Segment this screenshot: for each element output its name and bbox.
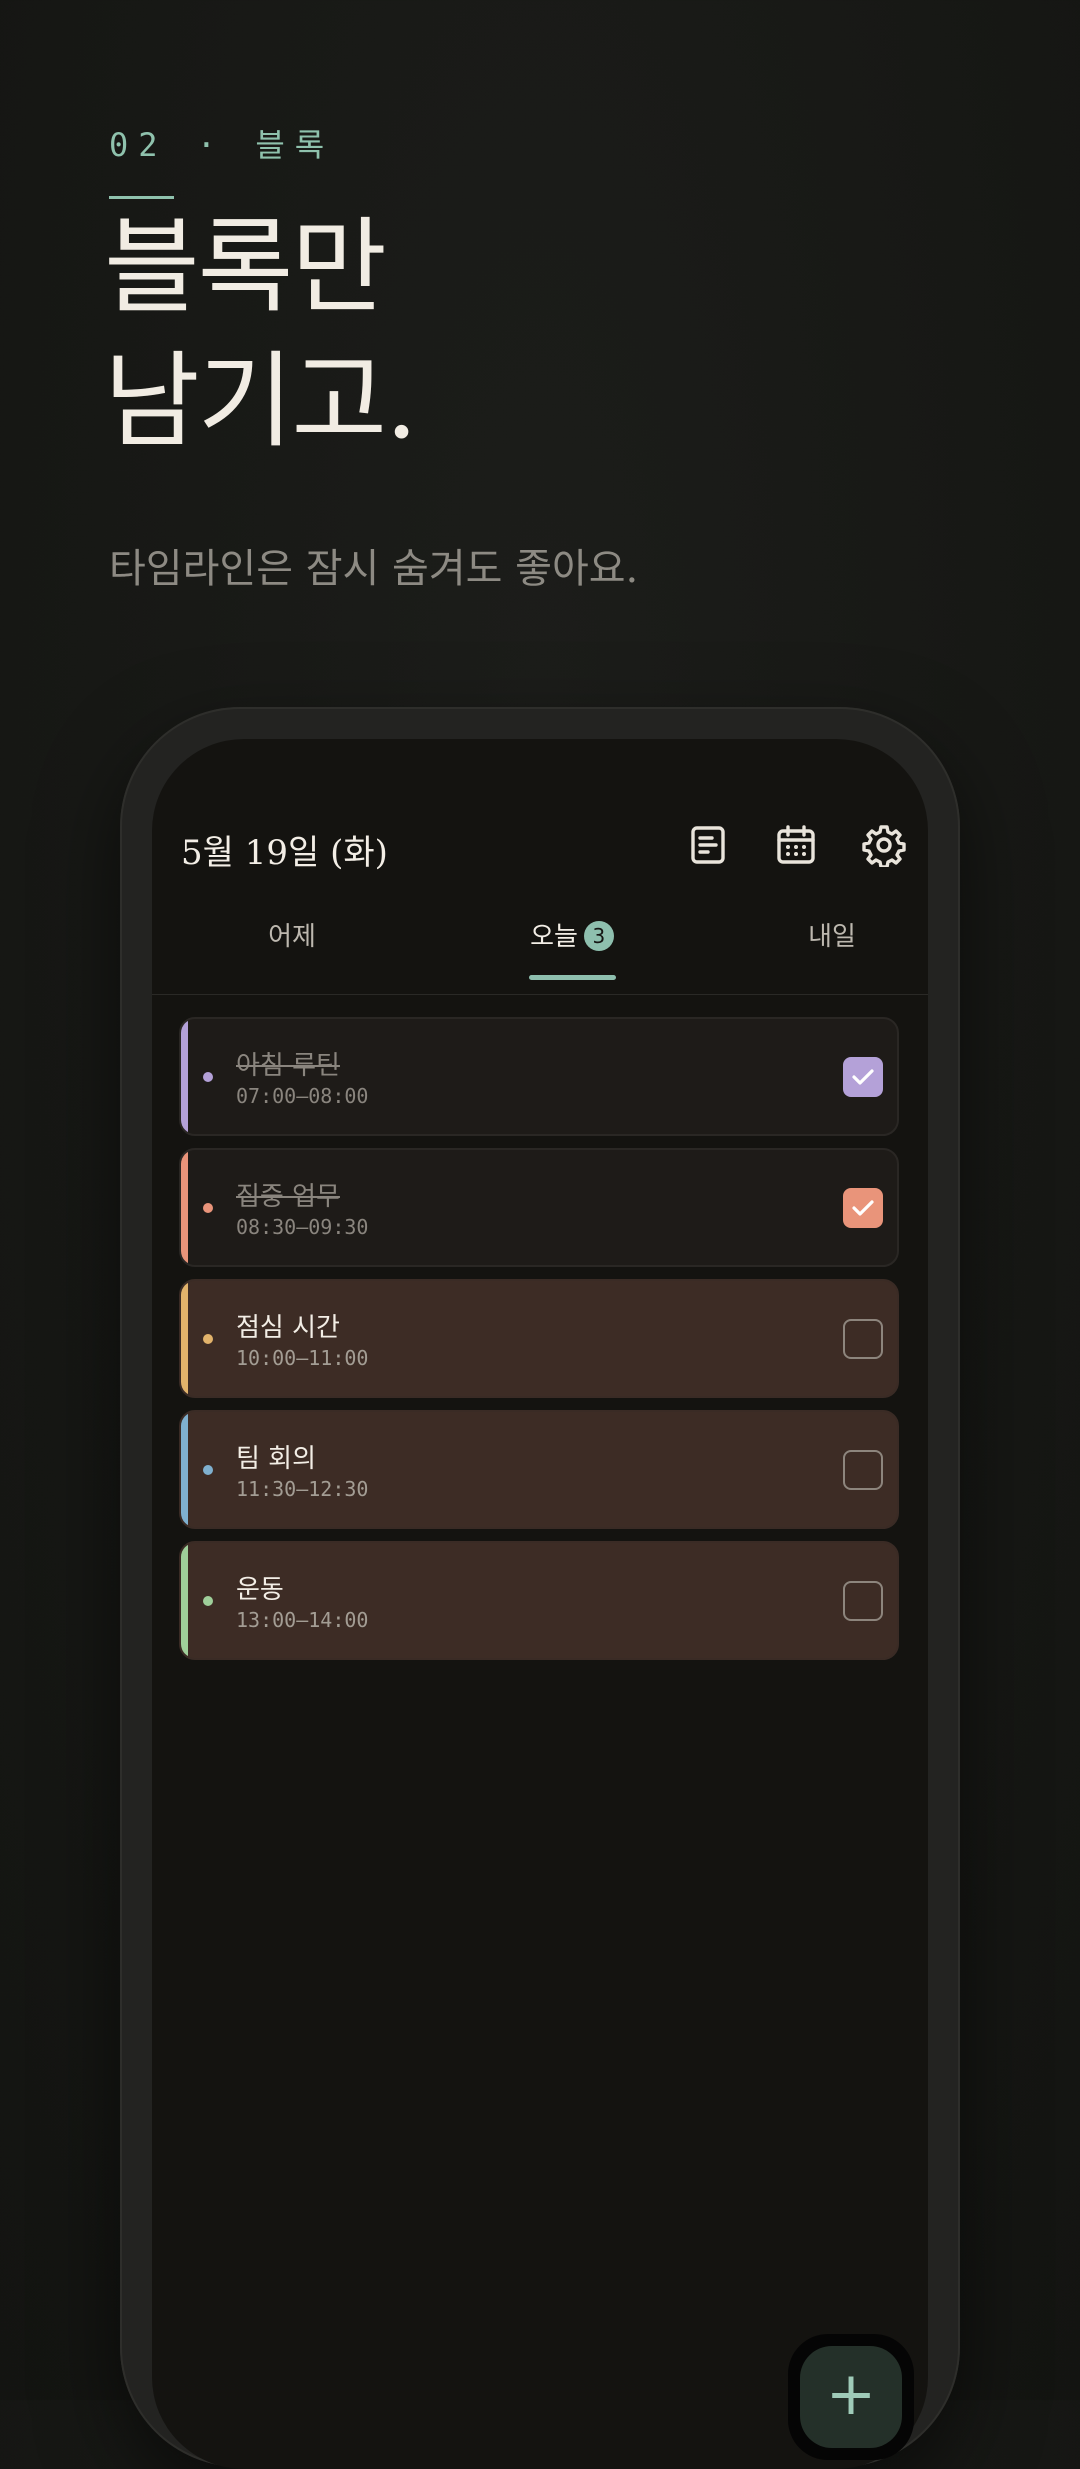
block-dot-icon: [203, 1596, 213, 1606]
block-dot-icon: [203, 1334, 213, 1344]
block-title: 아침 루틴: [236, 1051, 340, 1081]
eyebrow-rule: [109, 196, 174, 199]
tab-yesterday[interactable]: 어제: [212, 909, 372, 993]
block-checkbox[interactable]: [843, 1450, 883, 1490]
block-checkbox[interactable]: [843, 1188, 883, 1228]
gear-icon[interactable]: [862, 823, 906, 867]
tab-today[interactable]: 오늘 3: [492, 909, 652, 993]
day-tabs: 어제 오늘 3 내일: [152, 909, 928, 995]
block-card[interactable]: 집중 업무 08:30–09:30: [179, 1148, 899, 1267]
block-time: 08:30–09:30: [236, 1215, 369, 1239]
block-color-stripe: [181, 1281, 188, 1396]
subline: 타임라인은 잠시 숨겨도 좋아요.: [109, 546, 639, 592]
block-card[interactable]: 팀 회의 11:30–12:30: [179, 1410, 899, 1529]
count-badge: 3: [583, 921, 614, 951]
block-dot-icon: [203, 1072, 213, 1082]
phone-frame: 5월 19일 (화) 어제 오늘 3 내일 아침 루틴 07:00–08:00 집중 …: [120, 707, 960, 2469]
notes-icon[interactable]: [686, 823, 730, 867]
date-title: 5월 19일 (화): [181, 833, 388, 873]
active-tab-indicator: [529, 975, 616, 980]
phone-screen: 5월 19일 (화) 어제 오늘 3 내일 아침 루틴 07:00–08:00 집중 …: [152, 739, 928, 2469]
block-time: 10:00–11:00: [236, 1346, 369, 1370]
block-color-stripe: [181, 1019, 188, 1134]
block-dot-icon: [203, 1203, 213, 1213]
block-checkbox[interactable]: [843, 1057, 883, 1097]
block-time: 13:00–14:00: [236, 1608, 369, 1632]
tab-tomorrow[interactable]: 내일: [752, 909, 912, 993]
plus-icon: +: [800, 2346, 902, 2448]
block-card[interactable]: 아침 루틴 07:00–08:00: [179, 1017, 899, 1136]
block-time: 07:00–08:00: [236, 1084, 369, 1108]
block-color-stripe: [181, 1543, 188, 1658]
tab-label: 오늘: [530, 922, 578, 952]
block-title: 팀 회의: [236, 1444, 317, 1474]
block-checkbox[interactable]: [843, 1581, 883, 1621]
block-title: 집중 업무: [236, 1182, 340, 1212]
block-card[interactable]: 점심 시간 10:00–11:00: [179, 1279, 899, 1398]
block-color-stripe: [181, 1412, 188, 1527]
headline-line-1: 블록만: [104, 206, 387, 328]
block-title: 점심 시간: [236, 1313, 340, 1343]
check-icon: [852, 1069, 874, 1085]
eyebrow-label: 02 · 블록: [109, 126, 335, 164]
tab-label: 어제: [268, 922, 316, 952]
block-dot-icon: [203, 1465, 213, 1475]
headline-line-2: 남기고.: [104, 340, 418, 462]
app-top-bar: 5월 19일 (화): [152, 739, 928, 889]
check-icon: [852, 1200, 874, 1216]
tab-label: 내일: [808, 922, 856, 952]
block-time: 11:30–12:30: [236, 1477, 369, 1501]
calendar-icon[interactable]: [774, 823, 818, 867]
block-color-stripe: [181, 1150, 188, 1265]
block-card[interactable]: 운동 13:00–14:00: [179, 1541, 899, 1660]
block-title: 운동: [236, 1575, 284, 1605]
block-checkbox[interactable]: [843, 1319, 883, 1359]
add-block-button[interactable]: +: [788, 2334, 914, 2460]
headline: 블록만 남기고.: [104, 200, 418, 468]
